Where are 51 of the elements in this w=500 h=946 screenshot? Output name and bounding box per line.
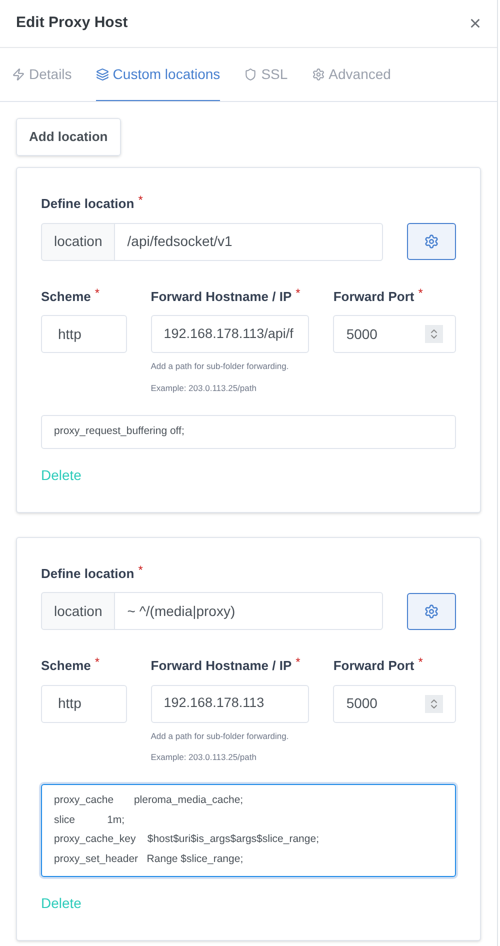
settings-icon — [424, 234, 440, 249]
field-label: Define location — [41, 564, 134, 582]
hint-text: Add a path for sub-folder forwarding. — [150, 730, 290, 742]
required-mark: * — [418, 656, 423, 668]
required-mark: * — [94, 286, 100, 298]
add-location-button[interactable]: Add location — [16, 118, 121, 156]
settings-button[interactable] — [407, 223, 456, 260]
hostname-field[interactable]: 192.168.178.113/api/f — [150, 315, 310, 353]
close-button[interactable]: × — [469, 14, 481, 34]
shield-icon — [244, 68, 258, 80]
layers-icon — [96, 68, 109, 80]
field-label: Forward Port — [333, 288, 414, 306]
required-mark: * — [296, 656, 300, 668]
required-mark: * — [138, 564, 143, 576]
field-label: Scheme — [41, 657, 91, 675]
example-text: Example: 203.0.113.25/path — [150, 751, 258, 764]
field-label: Forward Port — [333, 657, 414, 675]
bolt-icon — [12, 68, 25, 80]
input-addon: location — [41, 222, 116, 260]
scheme-field[interactable]: http — [41, 684, 127, 722]
field-label: Define location — [41, 195, 134, 213]
config-field[interactable]: proxy_request_buffering off; — [41, 414, 456, 448]
config-line: proxy_cache pleroma_media_cache; — [54, 793, 244, 808]
field-label: Forward Hostname / IP — [150, 288, 292, 306]
example-text: Example: 203.0.113.25/path — [150, 382, 258, 394]
input-addon: location — [41, 592, 116, 630]
config-line: proxy_cache_key $host$uri$is_args$args$slice_range; — [54, 832, 320, 847]
hostname-field[interactable]: 192.168.178.113 — [150, 684, 310, 722]
config-line: proxy_request_buffering off; — [54, 424, 186, 438]
scheme-field[interactable]: http — [41, 315, 127, 353]
required-mark: * — [296, 286, 300, 298]
settings-icon — [424, 604, 440, 618]
hint-text: Add a path for sub-folder forwarding. — [150, 360, 290, 373]
required-mark: * — [94, 656, 100, 668]
spinner-icon[interactable] — [425, 694, 443, 712]
window-title: Edit Proxy Host — [16, 13, 128, 34]
tab[interactable]: Custom locations — [96, 48, 220, 101]
config-field[interactable]: proxy_cache pleroma_media_cache; slice 1m; proxy_cache_key $host$uri$is_args$args$slice_range; proxy_set_header Range $slice_range; — [41, 784, 456, 877]
config-line: slice 1m; — [54, 812, 126, 828]
required-mark: * — [138, 194, 143, 206]
gear-icon — [312, 68, 325, 80]
port-field[interactable]: 5000 — [333, 315, 456, 353]
settings-button[interactable] — [407, 592, 456, 630]
spinner-icon[interactable] — [425, 325, 443, 343]
location-path-field[interactable]: /api/fedsocket/v1 — [115, 222, 384, 260]
field-label: Forward Hostname / IP — [150, 657, 292, 675]
location-path-field[interactable]: ~ ^/(media|proxy) — [115, 592, 384, 630]
port-field[interactable]: 5000 — [333, 684, 456, 722]
config-line: proxy_set_header Range $slice_range; — [54, 852, 244, 866]
field-label: Scheme — [41, 288, 91, 306]
required-mark: * — [418, 286, 423, 298]
